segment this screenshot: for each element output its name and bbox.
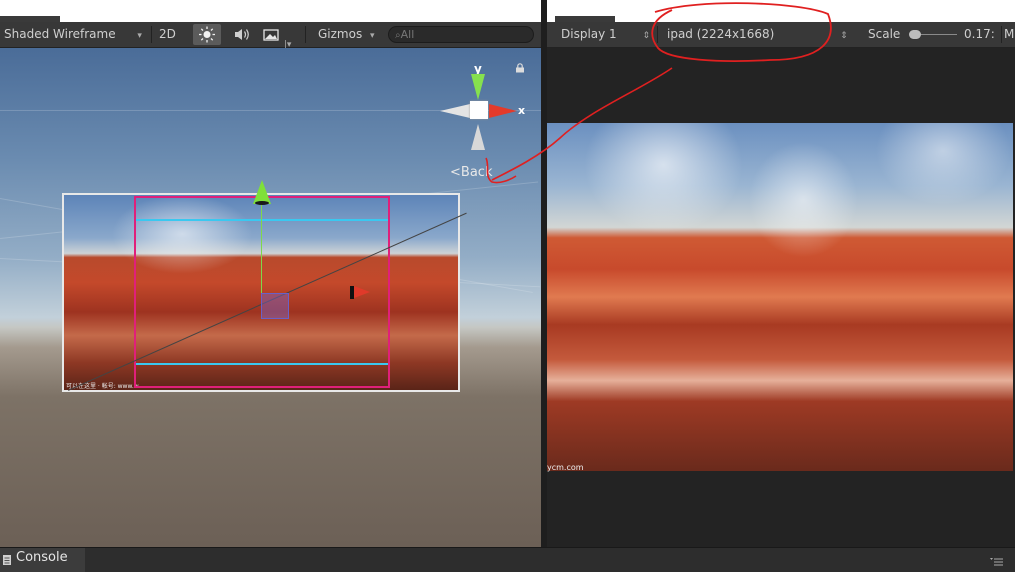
move-gizmo-x-arrow[interactable] (354, 286, 370, 298)
sun-icon (199, 26, 215, 43)
chevron-down-icon: ▾ (137, 31, 142, 41)
game-view[interactable]: Display 1 ⇕ ipad (2224x1668) ⇕ Scale 0.1… (541, 0, 1015, 547)
menu-icon[interactable] (990, 556, 1004, 566)
display-dropdown[interactable]: Display 1 ⇕ (561, 22, 650, 47)
camera-far-line (136, 363, 388, 365)
toolbar-divider (657, 26, 658, 43)
maximize-on-play-button[interactable]: M (1004, 22, 1014, 47)
move-gizmo-y-axis[interactable] (261, 203, 262, 298)
scale-label: Scale (868, 27, 901, 41)
audio-toggle-button[interactable] (229, 22, 253, 47)
chevron-down-icon: ▾ (370, 31, 375, 41)
scale-slider-track (919, 34, 957, 35)
landscape-image (547, 123, 1013, 471)
resolution-dropdown[interactable]: ipad (2224x1668) ⇕ (667, 22, 848, 47)
console-panel-bar: Console (0, 547, 1015, 572)
toolbar-divider (151, 26, 152, 43)
console-label: Console (16, 550, 68, 565)
game-toolbar: Display 1 ⇕ ipad (2224x1668) ⇕ Scale 0.1… (541, 22, 1015, 48)
view-orientation-label[interactable]: <Back (450, 165, 492, 180)
search-placeholder: All (400, 28, 415, 41)
orientation-center-cube[interactable] (470, 101, 488, 119)
orientation-neg-y-cone[interactable] (471, 124, 485, 150)
panel-splitter[interactable] (541, 0, 547, 547)
scale-slider-knob[interactable] (909, 30, 921, 39)
orientation-x-label: x (518, 104, 526, 117)
orientation-y-cone[interactable] (471, 74, 485, 100)
scale-slider[interactable] (909, 30, 957, 39)
effects-dropdown[interactable]: |▾ (262, 22, 291, 50)
lock-icon[interactable] (515, 63, 525, 73)
resolution-label: ipad (2224x1668) (667, 27, 775, 41)
scene-toolbar: Shaded Wireframe ▾ 2D |▾ Gizmos ▾ ⌕All (0, 22, 541, 50)
console-icon (3, 555, 11, 565)
chevron-left-icon: < (450, 165, 461, 180)
scene-view[interactable]: Shaded Wireframe ▾ 2D |▾ Gizmos ▾ ⌕All 可… (0, 0, 541, 547)
chevron-updown-icon: ⇕ (642, 31, 651, 41)
display-label: Display 1 (561, 27, 617, 41)
camera-near-line (136, 219, 388, 221)
shading-mode-label: Shaded Wireframe (4, 27, 116, 41)
shading-mode-dropdown[interactable]: Shaded Wireframe ▾ (4, 22, 142, 47)
toolbar-divider (1001, 26, 1002, 43)
scale-value: 0.17: (964, 27, 995, 41)
view-orientation-text: Back (460, 165, 493, 180)
speaker-icon (235, 29, 249, 40)
orientation-x-cone[interactable] (489, 104, 517, 118)
scene-tab-strip (0, 0, 541, 22)
2d-label: 2D (159, 27, 176, 41)
gizmos-label: Gizmos (318, 27, 363, 41)
image-icon (263, 29, 279, 41)
chevron-updown-icon: ⇕ (840, 31, 848, 41)
move-gizmo-plane-handle[interactable] (261, 293, 289, 319)
game-render (547, 123, 1013, 471)
move-gizmo-y-base (255, 201, 269, 205)
console-tab[interactable]: Console (0, 548, 85, 572)
hierarchy-search-input[interactable]: ⌕All (388, 26, 534, 43)
game-caption: ycm.com (547, 463, 584, 472)
gizmos-dropdown[interactable]: Gizmos ▾ (318, 22, 375, 47)
2d-toggle-button[interactable]: 2D (159, 22, 176, 47)
toolbar-divider (305, 26, 306, 43)
lighting-toggle-button[interactable] (193, 24, 221, 45)
orientation-neg-x-cone[interactable] (440, 104, 470, 118)
